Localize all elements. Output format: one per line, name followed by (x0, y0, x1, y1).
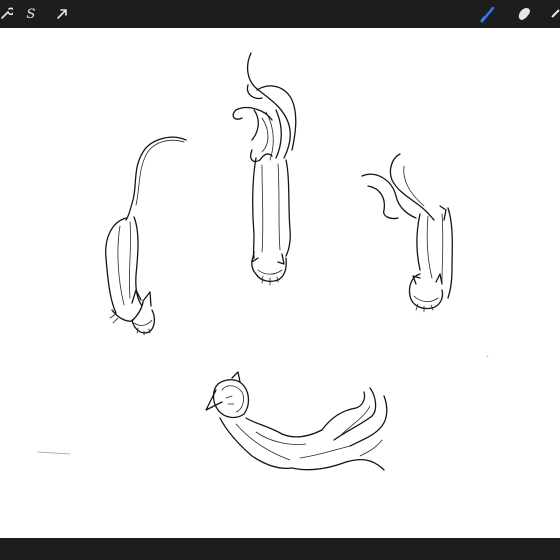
stray-dot (486, 355, 489, 358)
transform-arrow-icon[interactable] (50, 2, 74, 26)
cat-sketch-bottom (205, 371, 388, 471)
cat-sketch-right (361, 153, 453, 313)
top-toolbar: S (0, 0, 560, 28)
selection-s-icon[interactable]: S (19, 2, 43, 26)
wrench-icon[interactable] (0, 2, 18, 26)
cat-sketch-top (232, 52, 297, 286)
sketch-layer (37, 52, 489, 471)
brush-icon[interactable] (476, 2, 500, 26)
smudge-icon[interactable] (512, 2, 536, 26)
selection-s-label: S (26, 6, 36, 22)
bottom-bar (0, 538, 560, 560)
drawing-canvas[interactable] (0, 28, 560, 538)
cat-sketch-left (105, 136, 187, 336)
stray-mark (37, 451, 71, 455)
eraser-icon[interactable] (546, 2, 560, 26)
